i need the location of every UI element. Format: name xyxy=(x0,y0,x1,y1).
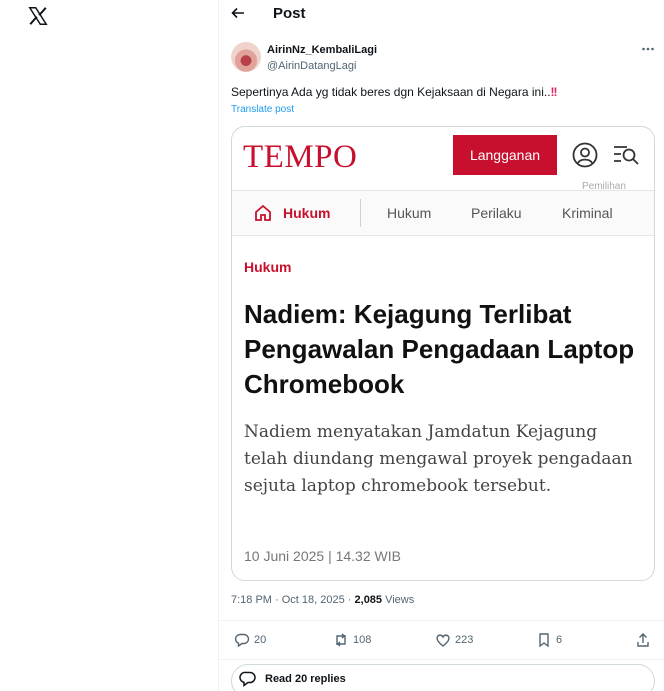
post-body: Sepertinya Ada yg tidak beres dgn Kejaks… xyxy=(231,85,551,99)
reply-count: 20 xyxy=(254,634,267,646)
repost-button[interactable]: 108 xyxy=(333,632,371,648)
subscribe-button: Langganan xyxy=(453,135,557,175)
reply-button[interactable]: 20 xyxy=(234,632,266,648)
action-bar: 20 108 223 6 xyxy=(220,620,664,660)
bookmark-icon xyxy=(539,633,549,648)
post-text: Sepertinya Ada yg tidak beres dgn Kejaks… xyxy=(231,85,558,99)
article-lead: Nadiem menyatakan Jamdatun Kejagung tela… xyxy=(244,422,633,496)
nav-item-perilaku: Perilaku xyxy=(471,205,522,221)
post-time[interactable]: 7:18 PM · Oct 18, 2025 · xyxy=(231,594,355,606)
avatar[interactable] xyxy=(231,42,261,72)
views-label: Views xyxy=(382,594,415,606)
more-icon[interactable] xyxy=(641,42,655,56)
bookmark-count: 6 xyxy=(556,634,563,646)
nav-item-hukum-active: Hukum xyxy=(283,205,331,221)
read-replies-label: Read 20 replies xyxy=(265,673,346,685)
views-count: 2,085 xyxy=(354,594,383,606)
nav-item-kriminal: Kriminal xyxy=(562,205,613,221)
user-icon xyxy=(572,142,598,168)
left-nav-rail xyxy=(0,0,219,691)
cut-off-nav-text: Pemilihan xyxy=(582,181,626,189)
like-icon xyxy=(436,634,450,647)
share-icon xyxy=(637,633,649,647)
article-kicker: Hukum xyxy=(244,259,292,275)
post-column: Post AirinNz_KembaliLagi @AirinDatangLag… xyxy=(220,0,664,691)
post-meta: 7:18 PM · Oct 18, 2025 · 2,085 Views xyxy=(231,594,414,606)
page-title: Post xyxy=(273,5,306,22)
article-headline: Nadiem: Kejagung Terlibat Pengawalan Pen… xyxy=(244,299,635,399)
like-button[interactable]: 223 xyxy=(435,632,473,648)
menu-search-icon xyxy=(614,146,639,165)
bookmark-button[interactable]: 6 xyxy=(536,632,562,648)
article-nav: Hukum Hukum Perilaku Kriminal xyxy=(232,190,654,236)
article-preview-card[interactable]: TEMPO Langganan Pemilihan Hukum Hukum Pe… xyxy=(231,126,655,581)
article-dateline: 10 Juni 2025 | 14.32 WIB xyxy=(244,548,401,564)
x-logo-icon[interactable] xyxy=(27,5,49,27)
tempo-logo: TEMPO xyxy=(243,139,358,175)
like-count: 223 xyxy=(455,634,474,646)
back-arrow-icon[interactable] xyxy=(230,5,246,21)
translate-post-link[interactable]: Translate post xyxy=(231,104,294,115)
author-name[interactable]: AirinNz_KembaliLagi xyxy=(267,44,377,56)
share-button[interactable] xyxy=(635,632,655,648)
nav-item-hukum: Hukum xyxy=(387,205,432,221)
author-handle[interactable]: @AirinDatangLagi xyxy=(267,60,356,72)
repost-icon xyxy=(336,633,346,647)
double-exclamation-emoji: !! xyxy=(550,85,558,99)
reply-icon xyxy=(234,633,250,648)
home-icon xyxy=(255,204,271,221)
reply-icon xyxy=(239,671,256,687)
repost-count: 108 xyxy=(353,634,372,646)
nav-divider xyxy=(360,199,361,227)
post-header: Post xyxy=(220,0,664,28)
read-replies-button[interactable]: Read 20 replies xyxy=(231,664,655,691)
